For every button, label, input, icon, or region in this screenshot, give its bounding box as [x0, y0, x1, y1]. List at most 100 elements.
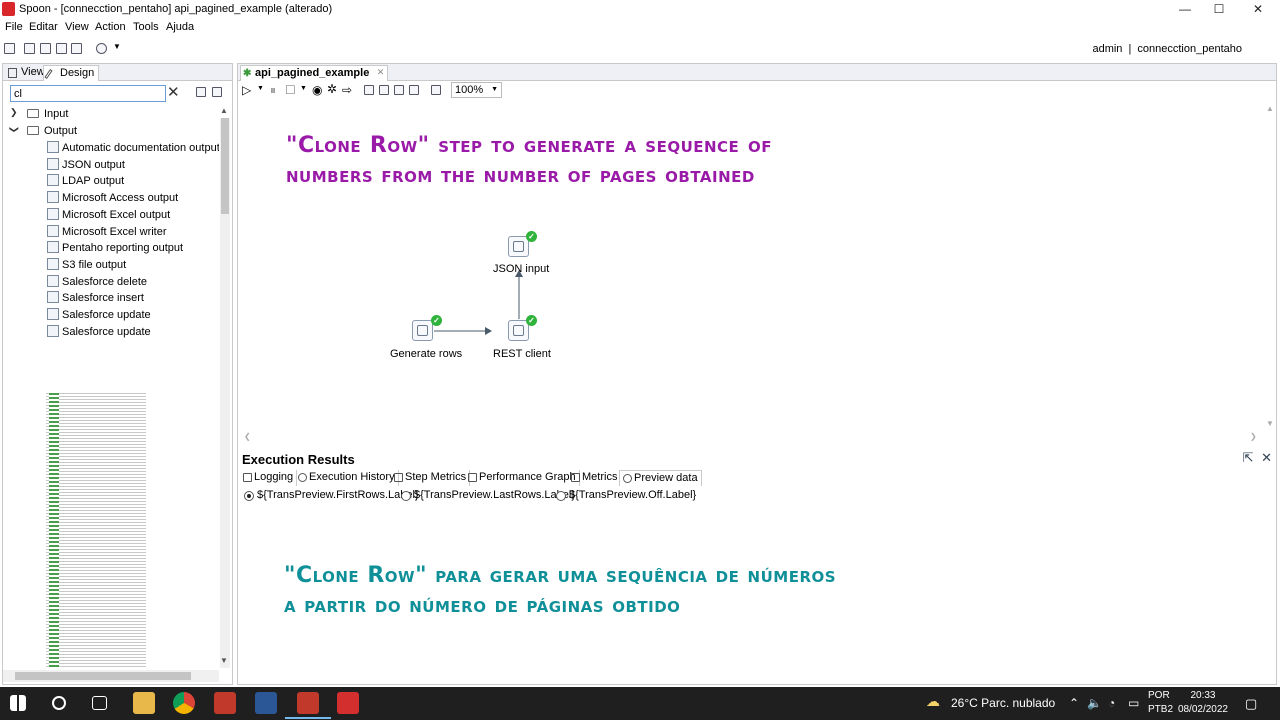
file-explorer-icon[interactable] [133, 692, 155, 714]
perspective-icon[interactable] [96, 43, 107, 54]
tree-vertical-scrollbar[interactable] [220, 118, 230, 668]
close-results-icon[interactable]: ✕ [1261, 450, 1272, 465]
step-label: Salesforce insert [62, 292, 144, 305]
task-view-icon[interactable] [92, 696, 107, 710]
tab-label: Preview data [634, 472, 698, 484]
save-icon[interactable] [56, 43, 67, 54]
weather-icon[interactable]: ☁ [926, 693, 940, 710]
scroll-thumb[interactable] [15, 672, 191, 680]
step-list-item[interactable]: Salesforce update [3, 324, 215, 340]
explore-repository-icon[interactable] [40, 43, 51, 54]
tab-step-metrics[interactable]: Step Metrics [391, 470, 471, 486]
step-list-item[interactable]: JSON output [3, 157, 215, 173]
chevron-down-icon[interactable]: ❯ [8, 126, 19, 134]
wifi-icon[interactable]: ◔ [1108, 696, 1115, 710]
step-list-item[interactable]: Pentaho reporting output [3, 240, 215, 256]
radio-dot [556, 491, 566, 501]
debug-icon[interactable]: ✲ [327, 82, 337, 96]
close-window-button[interactable]: ✕ [1238, 0, 1278, 19]
tab-design[interactable]: Design [43, 65, 100, 81]
replay-icon[interactable]: ⇨ [342, 83, 352, 97]
step-list-item[interactable]: Microsoft Excel writer [3, 224, 215, 240]
speaker-icon[interactable]: 🔈 [1087, 696, 1102, 710]
perspective-dropdown-icon[interactable]: ▼ [113, 42, 121, 51]
scroll-left-icon[interactable]: ❮ [244, 432, 251, 441]
system-clock[interactable]: 20:33 08/02/2022 [1178, 689, 1228, 717]
stop-icon[interactable]: ☐ [285, 83, 296, 97]
transformation-canvas[interactable]: "Clone Row" step to generate a sequence … [238, 101, 1262, 436]
step-list-item[interactable]: Microsoft Access output [3, 190, 215, 206]
radio-first-rows[interactable]: ${TransPreview.FirstRows.Label} [244, 489, 419, 501]
step-list-item[interactable]: Microsoft Excel output [3, 207, 215, 223]
menu-editar[interactable]: Editar [29, 21, 58, 33]
step-list-item[interactable]: Salesforce insert [3, 290, 215, 306]
pause-icon[interactable]: ⏸ [270, 83, 276, 98]
app-icon[interactable] [337, 692, 359, 714]
language-indicator[interactable]: POR PTB2 [1148, 689, 1173, 717]
overlay-pt-line1: "Clone Row" para gerar uma sequência de … [284, 563, 837, 588]
tree-folder-input[interactable]: ❯ Input [3, 106, 213, 122]
tree-folder-output[interactable]: ❯ Output [3, 123, 213, 139]
maximize-results-icon[interactable]: ⇱ [1243, 450, 1254, 465]
windows-start-icon[interactable] [10, 695, 26, 711]
tab-preview-data[interactable]: Preview data [619, 470, 702, 486]
app-icon[interactable] [214, 692, 236, 714]
chevron-up-icon[interactable]: ⌃ [1069, 696, 1079, 710]
save-as-icon[interactable] [71, 43, 82, 54]
explore-db-icon[interactable] [409, 85, 419, 95]
steps-tree: ❯ Input ❯ Output Automatic documentation… [3, 105, 219, 668]
verify-icon[interactable] [364, 85, 374, 95]
scroll-down-icon[interactable]: ▼ [220, 656, 228, 665]
canvas-scroll-up-icon[interactable]: ▲ [1266, 104, 1274, 113]
step-list-item[interactable]: S3 file output [3, 257, 215, 273]
step-search-input[interactable] [10, 85, 166, 102]
run-options-icon[interactable]: ▼ [257, 85, 264, 92]
tab-transformation[interactable]: ✱ api_pagined_example ✕ [240, 65, 389, 81]
expand-all-icon[interactable] [196, 87, 206, 97]
search-icon[interactable] [52, 696, 66, 710]
tab-logging[interactable]: Logging [240, 470, 298, 486]
maximize-button[interactable]: ☐ [1199, 0, 1239, 19]
step-generate-rows[interactable] [412, 320, 433, 341]
close-tab-icon[interactable]: ✕ [377, 67, 385, 78]
show-results-icon[interactable] [431, 85, 441, 95]
notifications-icon[interactable]: ▢ [1245, 696, 1257, 712]
battery-icon[interactable]: ▭ [1128, 696, 1139, 710]
menu-tools[interactable]: Tools [133, 21, 159, 33]
spoon-taskbar-icon[interactable] [285, 692, 331, 719]
left-panel: View Design ✕ ❯ Input ❯ Output Automatic… [2, 63, 233, 685]
stop-options-icon[interactable]: ▼ [300, 85, 307, 92]
step-list-item[interactable]: Salesforce delete [3, 274, 215, 290]
tab-performance-graph[interactable]: Performance Graph [465, 470, 580, 486]
chevron-right-icon[interactable]: ❯ [10, 107, 18, 118]
step-list-item[interactable]: LDAP output [3, 173, 215, 189]
impact-icon[interactable] [379, 85, 389, 95]
tree-horizontal-scrollbar[interactable] [3, 670, 219, 682]
radio-off[interactable]: ${TransPreview.Off.Label} [556, 489, 696, 501]
menu-ajuda[interactable]: Ajuda [166, 21, 194, 33]
tab-metrics[interactable]: Metrics [568, 470, 622, 486]
zoom-select[interactable]: 100% ▼ [451, 82, 502, 98]
collapse-all-icon[interactable] [212, 87, 222, 97]
sql-icon[interactable] [394, 85, 404, 95]
scroll-thumb[interactable] [221, 118, 229, 214]
menu-action[interactable]: Action [95, 21, 126, 33]
weather-text[interactable]: 26°C Parc. nublado [951, 696, 1055, 710]
scroll-up-icon[interactable]: ▲ [220, 106, 228, 115]
step-list-item[interactable]: Automatic documentation output [3, 140, 219, 156]
menu-file[interactable]: File [5, 21, 23, 33]
chrome-icon[interactable] [173, 692, 195, 714]
menu-view[interactable]: View [65, 21, 89, 33]
open-file-icon[interactable] [24, 43, 35, 54]
new-file-icon[interactable] [4, 43, 15, 54]
canvas-scroll-down-icon[interactable]: ▼ [1266, 419, 1274, 428]
tab-execution-history[interactable]: Execution History [295, 470, 399, 486]
preview-icon[interactable]: ◉ [312, 83, 322, 97]
app-icon[interactable] [255, 692, 277, 714]
run-icon[interactable]: ▷ [242, 83, 251, 97]
scroll-right-icon[interactable]: ❯ [1250, 432, 1257, 441]
step-icon [47, 191, 59, 204]
clear-search-icon[interactable]: ✕ [167, 83, 180, 101]
step-list-item[interactable]: Salesforce update [3, 307, 215, 323]
radio-last-rows[interactable]: ${TransPreview.LastRows.Label} [401, 489, 575, 501]
